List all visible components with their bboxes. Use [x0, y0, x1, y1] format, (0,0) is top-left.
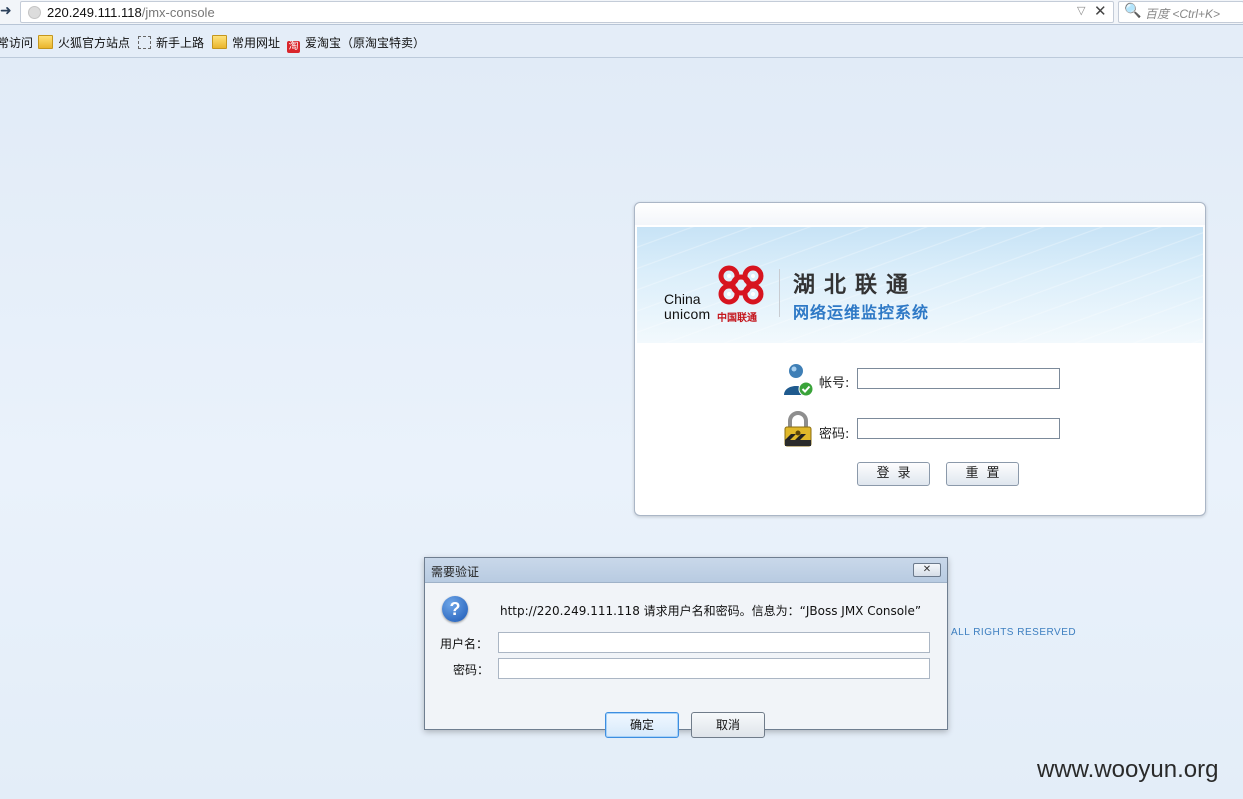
login-panel: China unicom 中国联通 湖北联通 网络运维监控系统 帐号: 密码: … — [634, 202, 1206, 516]
logo-text-unicom: unicom — [664, 306, 711, 322]
panel-header-strip — [635, 203, 1205, 225]
password-label: 密码: — [819, 427, 850, 442]
go-arrow-icon[interactable]: ➜ — [0, 3, 14, 19]
username-input[interactable] — [498, 632, 930, 653]
bookmark-label: 常访问 — [0, 36, 34, 50]
site-identity-icon[interactable] — [28, 6, 41, 19]
logo-text-china: China — [664, 291, 701, 307]
search-input[interactable]: 🔍 百度 <Ctrl+K> — [1118, 1, 1243, 23]
login-banner: China unicom 中国联通 湖北联通 网络运维监控系统 — [637, 227, 1203, 343]
dialog-close-button[interactable]: ✕ — [913, 563, 941, 577]
china-unicom-knot-logo-icon — [718, 265, 764, 305]
account-input[interactable] — [857, 368, 1060, 389]
username-label: 用户名： — [440, 637, 489, 651]
dialog-password-input[interactable] — [498, 658, 930, 679]
close-icon: ✕ — [922, 564, 932, 575]
url-path: /jmx-console — [141, 5, 215, 20]
auth-required-dialog: 需要验证 ✕ ? http://220.249.111.118 请求用户名和密码… — [424, 557, 948, 738]
system-title: 网络运维监控系统 — [793, 303, 930, 322]
bookmark-most-visited[interactable]: 常访问 — [0, 35, 33, 51]
dashed-folder-icon — [138, 36, 151, 49]
address-bar-row: ➜ 220.249.111.118/jmx-console ▽ ✕ 🔍 百度 <… — [0, 0, 1243, 25]
search-icon[interactable]: 🔍 — [1124, 3, 1141, 19]
search-placeholder: 百度 <Ctrl+K> — [1145, 7, 1221, 21]
bookmark-label: 新手上路 — [156, 36, 205, 50]
bookmark-label: 爱淘宝（原淘宝特卖） — [305, 36, 426, 50]
bookmark-getting-started[interactable]: 新手上路 — [138, 35, 204, 51]
account-label: 帐号: — [819, 376, 850, 391]
bookmark-common-sites[interactable]: 常用网址 — [212, 35, 280, 51]
logo-text-cn: 中国联通 — [717, 313, 757, 324]
url-host: 220.249.111.118 — [47, 5, 142, 20]
folder-icon — [212, 35, 227, 49]
taobao-icon: 淘 — [287, 41, 300, 53]
bookmark-label: 常用网址 — [232, 36, 281, 50]
logo-divider — [779, 269, 780, 317]
dialog-titlebar[interactable]: 需要验证 ✕ — [425, 558, 947, 583]
question-icon: ? — [442, 596, 468, 622]
bookmark-firefox-official[interactable]: 火狐官方站点 — [38, 35, 130, 51]
url-text[interactable]: 220.249.111.118/jmx-console — [47, 5, 215, 20]
password-input[interactable] — [857, 418, 1060, 439]
url-input[interactable]: 220.249.111.118/jmx-console ▽ ✕ — [20, 1, 1114, 23]
reset-button[interactable]: 重置 — [946, 462, 1019, 486]
bookmarks-toolbar: 常访问 火狐官方站点 新手上路 常用网址 淘爱淘宝（原淘宝特卖） — [0, 25, 1243, 58]
copyright-text: ALL RIGHTS RESERVED — [951, 627, 1077, 638]
url-history-dropdown-icon[interactable]: ▽ — [1077, 4, 1085, 17]
org-title: 湖北联通 — [793, 273, 918, 298]
dialog-message: http://220.249.111.118 请求用户名和密码。信息为：“JBo… — [500, 604, 922, 618]
dialog-title: 需要验证 — [431, 565, 480, 579]
folder-icon — [38, 35, 53, 49]
dialog-body: ? http://220.249.111.118 请求用户名和密码。信息为：“J… — [425, 583, 947, 738]
watermark-text: www.wooyun.org — [1037, 756, 1219, 783]
padlock-icon — [784, 411, 812, 447]
login-button[interactable]: 登录 — [857, 462, 930, 486]
user-account-icon — [784, 364, 813, 397]
stop-loading-icon[interactable]: ✕ — [1094, 2, 1107, 20]
dialog-password-label: 密码： — [453, 663, 490, 677]
ok-button[interactable]: 确定 — [605, 712, 679, 738]
bookmark-label: 火狐官方站点 — [58, 36, 131, 50]
cancel-button[interactable]: 取消 — [691, 712, 765, 738]
bookmark-ai-taobao[interactable]: 淘爱淘宝（原淘宝特卖） — [287, 35, 426, 53]
